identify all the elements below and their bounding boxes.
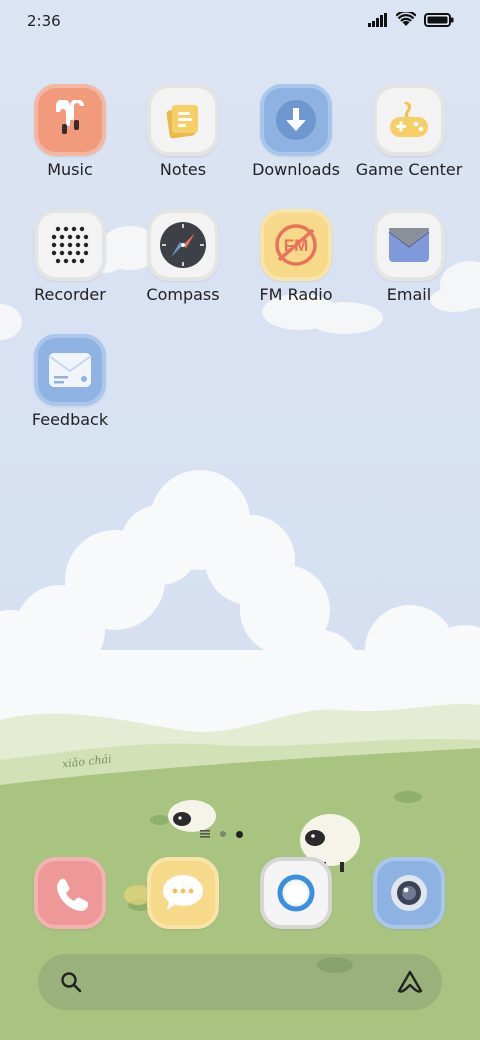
app-label: Email: [386, 285, 432, 304]
app-game-center[interactable]: Game Center: [353, 84, 465, 179]
download-icon: [260, 84, 332, 156]
phone-icon: [34, 857, 106, 929]
email-icon: [373, 209, 445, 281]
app-label: Notes: [159, 160, 207, 179]
app-notes[interactable]: Notes: [127, 84, 239, 179]
dock-browser[interactable]: [260, 857, 332, 929]
svg-text:FM: FM: [284, 236, 309, 255]
dock-phone[interactable]: [34, 857, 106, 929]
app-downloads[interactable]: Downloads: [240, 84, 352, 179]
page-dot-inactive: [220, 831, 226, 837]
app-label: Recorder: [34, 285, 106, 304]
app-label: Music: [47, 160, 93, 179]
search-icon[interactable]: [60, 971, 82, 993]
app-label: Game Center: [355, 160, 463, 179]
signal-icon: [368, 12, 387, 27]
assistant-icon[interactable]: [396, 969, 424, 995]
gamepad-icon: [373, 84, 445, 156]
app-label: Feedback: [31, 410, 109, 429]
fm-radio-icon: FM: [260, 209, 332, 281]
wifi-icon: [396, 12, 416, 26]
app-music[interactable]: Music: [14, 84, 126, 179]
page-dot-active: [236, 830, 243, 838]
notes-icon: [147, 84, 219, 156]
browser-icon: [260, 857, 332, 929]
app-label: FM Radio: [259, 285, 333, 304]
status-bar: 2:36: [0, 0, 480, 44]
compass-icon: [147, 209, 219, 281]
messages-icon: [147, 857, 219, 929]
app-fm-radio[interactable]: FM FM Radio: [240, 209, 352, 304]
app-recorder[interactable]: Recorder: [14, 209, 126, 304]
battery-icon: [424, 12, 454, 27]
dock-messages[interactable]: [147, 857, 219, 929]
feedback-icon: [34, 334, 106, 406]
app-label: Compass: [146, 285, 220, 304]
earbuds-icon: [34, 84, 106, 156]
app-compass[interactable]: Compass: [127, 209, 239, 304]
page-indicator[interactable]: [200, 830, 243, 838]
camera-icon: [373, 857, 445, 929]
status-time: 2:36: [27, 12, 61, 30]
recorder-icon: [34, 209, 106, 281]
dock-camera[interactable]: [373, 857, 445, 929]
page-list-icon: [200, 830, 210, 838]
app-email[interactable]: Email: [353, 209, 465, 304]
app-label: Downloads: [252, 160, 340, 179]
search-bar[interactable]: [38, 954, 442, 1010]
app-feedback[interactable]: Feedback: [14, 334, 126, 429]
